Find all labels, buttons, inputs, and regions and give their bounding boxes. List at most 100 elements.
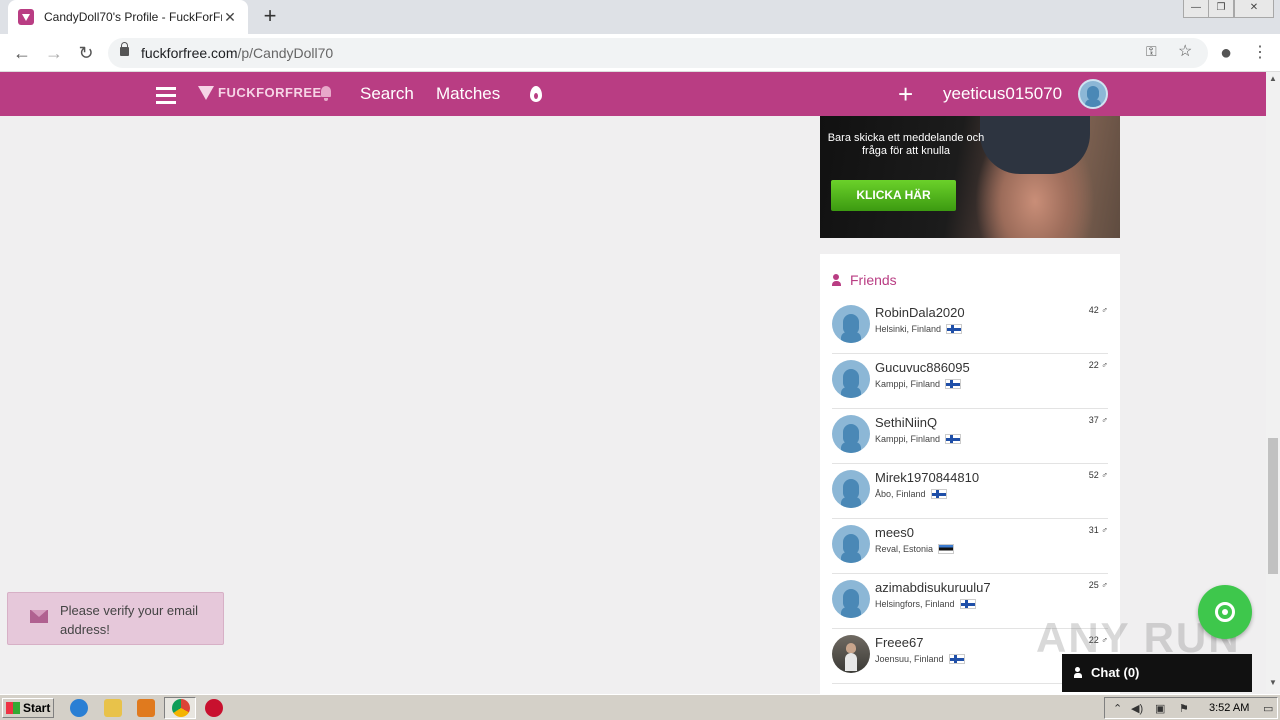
finland-flag-icon (945, 379, 962, 389)
tray-arrow-icon[interactable]: ⌃ (1113, 702, 1122, 715)
volume-icon[interactable]: ◀) (1131, 702, 1143, 715)
logo-mark-icon (198, 85, 214, 100)
system-tray: ⌃ ◀) ▣ ⚑ 3:52 AM ▭ (1104, 697, 1278, 719)
chrome-icon (172, 699, 190, 717)
browser-tabbar: CandyDoll70's Profile - FuckForFree ✕ + … (0, 0, 1280, 34)
menu-kebab-icon[interactable]: ⋮ (1248, 41, 1272, 65)
add-button[interactable]: + (898, 79, 913, 110)
friend-name[interactable]: SethiNiinQ (875, 415, 937, 430)
finland-flag-icon (959, 599, 976, 609)
chrome-taskbar-button[interactable] (164, 697, 196, 719)
site-header: FUCKFORFREE Search Matches + yeeticus015… (0, 72, 1266, 116)
friend-row[interactable]: RobinDala2020 Helsinki, Finland 42 ♂ (832, 299, 1108, 354)
key-icon[interactable]: ⚿ (1146, 43, 1157, 60)
friend-location: Kamppi, Finland (875, 434, 962, 444)
friend-name[interactable]: mees0 (875, 525, 914, 540)
profile-icon[interactable]: ● (1214, 41, 1238, 65)
friend-name[interactable]: azimabdisukuruulu7 (875, 580, 991, 595)
restore-button[interactable]: ❐ (1208, 0, 1234, 18)
back-arrow-icon[interactable]: ← (10, 41, 34, 65)
friend-location: Reval, Estonia (875, 544, 955, 554)
friend-avatar[interactable] (832, 470, 870, 508)
nav-matches-link[interactable]: Matches (436, 84, 500, 104)
friend-age: 31 ♂ (1088, 525, 1108, 535)
fire-icon[interactable] (530, 86, 542, 102)
show-desktop-icon[interactable]: ▭ (1263, 702, 1273, 715)
opera-icon[interactable] (205, 699, 223, 717)
tab-close-icon[interactable]: ✕ (222, 9, 238, 26)
friend-avatar[interactable] (832, 360, 870, 398)
friend-row[interactable]: mees0 Reval, Estonia 31 ♂ (832, 519, 1108, 574)
friend-row[interactable]: Gucuvuc886095 Kamppi, Finland 22 ♂ (832, 354, 1108, 409)
scrollbar-thumb[interactable] (1268, 438, 1278, 574)
new-tab-button[interactable]: + (258, 5, 282, 29)
windows-taskbar: Start ⌃ ◀) ▣ ⚑ 3:52 AM ▭ (0, 694, 1280, 720)
friend-avatar[interactable] (832, 305, 870, 343)
friend-avatar[interactable] (832, 580, 870, 618)
reload-icon[interactable]: ↻ (74, 41, 98, 65)
tab-title: CandyDoll70's Profile - FuckForFree (44, 10, 222, 24)
friend-name[interactable]: Mirek1970844810 (875, 470, 979, 485)
hamburger-menu-icon[interactable] (156, 87, 176, 104)
ie-icon[interactable] (70, 699, 88, 717)
page-scrollbar[interactable] (1266, 72, 1280, 692)
start-button[interactable]: Start (2, 698, 54, 718)
friend-age: 25 ♂ (1088, 580, 1108, 590)
finland-flag-icon (930, 489, 947, 499)
address-bar[interactable]: fuckforfree.com/p/CandyDoll70 ⚿ ☆ (108, 38, 1208, 68)
windows-logo-icon (6, 702, 20, 714)
ad-banner[interactable]: Bara skicka ett meddelande och fråga för… (820, 116, 1120, 238)
friend-avatar[interactable] (832, 525, 870, 563)
friend-row[interactable]: Mirek1970844810 Åbo, Finland 52 ♂ (832, 464, 1108, 519)
browser-toolbar: ← → ↻ fuckforfree.com/p/CandyDoll70 ⚿ ☆ … (0, 34, 1280, 72)
estonia-flag-icon (938, 544, 955, 554)
media-player-icon[interactable] (137, 699, 155, 717)
friends-icon (832, 274, 846, 286)
verify-email-toast[interactable]: Please verify your email address! (7, 592, 224, 645)
friend-row[interactable]: SethiNiinQ Kamppi, Finland 37 ♂ (832, 409, 1108, 464)
bell-icon[interactable] (319, 86, 333, 101)
ad-text: Bara skicka ett meddelande och fråga för… (827, 132, 985, 157)
minimize-button[interactable]: — (1183, 0, 1209, 18)
chat-fab-button[interactable] (1198, 585, 1252, 639)
friend-age: 37 ♂ (1088, 415, 1108, 425)
scroll-up-arrow-icon[interactable]: ▲ (1266, 72, 1280, 86)
site-favicon-icon (18, 9, 34, 25)
nav-search-link[interactable]: Search (360, 84, 414, 104)
friend-name[interactable]: RobinDala2020 (875, 305, 965, 320)
username-link[interactable]: yeeticus015070 (943, 84, 1062, 104)
friend-name[interactable]: Freee67 (875, 635, 923, 650)
star-icon[interactable]: ☆ (1178, 41, 1192, 61)
logo-text: FUCKFORFREE (218, 85, 322, 100)
friend-age: 42 ♂ (1088, 305, 1108, 315)
lock-icon (120, 42, 129, 56)
browser-tab[interactable]: CandyDoll70's Profile - FuckForFree ✕ (8, 0, 248, 34)
folder-icon[interactable] (104, 699, 122, 717)
friend-age: 22 ♂ (1088, 360, 1108, 370)
clock: 3:52 AM (1209, 702, 1250, 714)
flag-icon[interactable]: ⚑ (1179, 702, 1189, 715)
envelope-icon (30, 610, 48, 623)
ad-photo-clothing (980, 116, 1090, 174)
chat-bar[interactable]: Chat (0) (1062, 654, 1252, 692)
friend-location: Joensuu, Finland (875, 654, 965, 664)
network-icon[interactable]: ▣ (1155, 702, 1165, 715)
user-avatar[interactable] (1078, 79, 1108, 109)
friend-location: Åbo, Finland (875, 489, 947, 499)
friend-avatar[interactable] (832, 415, 870, 453)
site-logo[interactable]: FUCKFORFREE (198, 85, 322, 100)
window-close-button[interactable]: ✕ (1234, 0, 1274, 18)
scroll-down-arrow-icon[interactable]: ▼ (1266, 676, 1280, 690)
location-target-icon (1215, 602, 1235, 622)
forward-arrow-icon[interactable]: → (42, 41, 66, 65)
ad-cta-button[interactable]: KLICKA HÄR (831, 180, 956, 211)
friends-header: Friends (832, 272, 897, 288)
friend-age: 52 ♂ (1088, 470, 1108, 480)
url-text: fuckforfree.com/p/CandyDoll70 (141, 45, 334, 61)
start-label: Start (23, 701, 51, 715)
friend-name[interactable]: Gucuvuc886095 (875, 360, 970, 375)
chat-user-icon (1074, 667, 1086, 678)
friend-location: Helsinki, Finland (875, 324, 963, 334)
finland-flag-icon (948, 654, 965, 664)
friend-avatar-photo[interactable] (832, 635, 870, 673)
